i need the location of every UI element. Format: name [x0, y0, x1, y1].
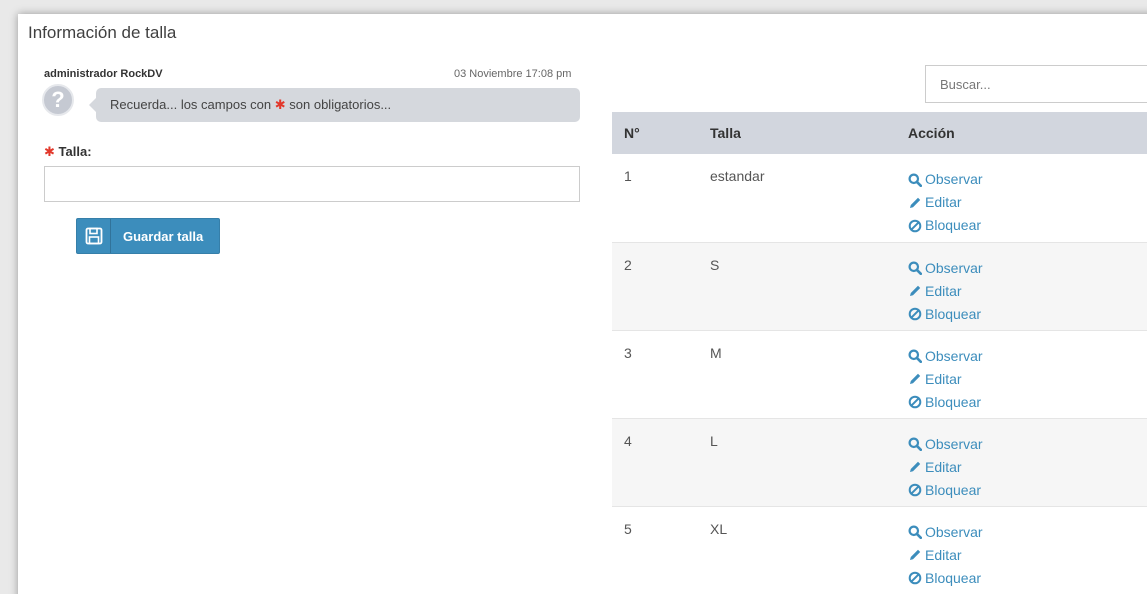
observe-label: Observar: [925, 523, 983, 540]
question-avatar-icon: ?: [42, 84, 74, 116]
pencil-icon: [910, 285, 921, 296]
pencil-icon: [910, 461, 921, 472]
column-header-number[interactable]: N°: [612, 112, 698, 154]
observe-link[interactable]: Observar: [908, 521, 1146, 544]
block-label: Bloquear: [925, 305, 982, 322]
ban-icon: [908, 219, 922, 232]
table-row: 1 estandar Observar Editar Bloquear: [612, 154, 1147, 243]
observe-label: Observar: [925, 259, 983, 276]
table-row: 5 XL Observar Editar Bloquear: [612, 506, 1147, 594]
ban-icon: [908, 307, 922, 321]
row-actions: Observar Editar Bloquear: [896, 418, 1147, 507]
block-link[interactable]: Bloquear: [908, 303, 1146, 326]
table-row: 4 L Observar Editar Bloquear: [612, 418, 1147, 507]
table-row: 2 S Observar Editar Bloquear: [612, 242, 1147, 331]
row-number: 5: [612, 506, 698, 594]
magnifier-icon: [908, 525, 922, 539]
block-link[interactable]: Bloquear: [908, 391, 1146, 414]
row-talla: XL: [698, 506, 896, 594]
edit-label: Editar: [925, 546, 962, 563]
pencil-icon: [910, 373, 921, 384]
table-body: 1 estandar Observar Editar Bloquear 2 S …: [612, 154, 1147, 594]
observe-link[interactable]: Observar: [908, 168, 1146, 191]
block-label: Bloquear: [925, 481, 982, 498]
edit-label: Editar: [925, 194, 962, 210]
message-text-end: son obligatorios...: [285, 97, 392, 112]
edit-label: Editar: [925, 282, 962, 299]
magnifier-icon: [908, 349, 922, 363]
edit-link[interactable]: Editar: [908, 544, 1146, 567]
avatar-glyph: ?: [51, 87, 65, 112]
column-header-talla[interactable]: Talla: [698, 112, 896, 154]
observe-label: Observar: [925, 347, 983, 364]
row-number: 3: [612, 330, 698, 419]
row-talla: estandar: [698, 154, 896, 243]
row-actions: Observar Editar Bloquear: [896, 154, 1147, 243]
column-header-accion[interactable]: Acción: [896, 112, 1147, 154]
pencil-icon: [910, 549, 921, 560]
edit-link[interactable]: Editar: [908, 191, 1146, 214]
observe-link[interactable]: Observar: [908, 257, 1146, 280]
size-table: N° Talla Acción 1 estandar Observar Edit…: [612, 112, 1147, 594]
message-text-start: Recuerda... los campos con: [110, 97, 275, 112]
save-talla-button[interactable]: Guardar talla: [76, 218, 220, 254]
row-talla: M: [698, 330, 896, 419]
search-input[interactable]: [925, 65, 1147, 103]
pencil-icon: [910, 197, 921, 208]
edit-link[interactable]: Editar: [908, 456, 1146, 479]
row-actions: Observar Editar Bloquear: [896, 330, 1147, 419]
row-number: 1: [612, 154, 698, 243]
required-marker-icon: ✱: [274, 97, 286, 112]
observe-link[interactable]: Observar: [908, 433, 1146, 456]
message-time: 03 Noviembre 17:08 pm: [454, 68, 572, 80]
row-talla: L: [698, 418, 896, 507]
block-link[interactable]: Bloquear: [908, 479, 1146, 502]
talla-label-text: Talla:: [58, 144, 92, 159]
size-info-panel: Información de talla administrador RockD…: [18, 14, 1147, 594]
ban-icon: [908, 483, 922, 497]
row-actions: Observar Editar Bloquear: [896, 242, 1147, 331]
save-button-label: Guardar talla: [123, 228, 204, 244]
observe-link[interactable]: Observar: [908, 345, 1146, 368]
observe-label: Observar: [925, 171, 983, 187]
talla-input[interactable]: [44, 166, 580, 202]
panel-title: Información de talla: [28, 23, 177, 42]
block-label: Bloquear: [925, 217, 982, 233]
row-actions: Observar Editar Bloquear: [896, 506, 1147, 594]
row-number: 4: [612, 418, 698, 507]
ban-icon: [908, 571, 922, 585]
message-bubble: Recuerda... los campos con ✱ son obligat…: [89, 88, 580, 122]
magnifier-icon: [908, 437, 922, 451]
floppy-disk-icon: [77, 219, 111, 253]
edit-label: Editar: [925, 370, 962, 387]
message-author: administrador RockDV: [44, 68, 163, 80]
block-label: Bloquear: [925, 569, 982, 586]
table-row: 3 M Observar Editar Bloquear: [612, 330, 1147, 419]
edit-link[interactable]: Editar: [908, 280, 1146, 303]
magnifier-icon: [908, 173, 922, 187]
table-header-row: N° Talla Acción: [612, 112, 1147, 154]
magnifier-icon: [908, 261, 922, 275]
block-label: Bloquear: [925, 393, 982, 410]
block-link[interactable]: Bloquear: [908, 214, 1146, 237]
block-link[interactable]: Bloquear: [908, 567, 1146, 590]
row-number: 2: [612, 242, 698, 331]
edit-label: Editar: [925, 458, 962, 475]
observe-label: Observar: [925, 435, 983, 452]
edit-link[interactable]: Editar: [908, 368, 1146, 391]
required-marker-icon: ✱: [44, 144, 55, 159]
row-talla: S: [698, 242, 896, 331]
ban-icon: [908, 395, 922, 409]
talla-field-label: ✱ Talla:: [44, 144, 92, 160]
